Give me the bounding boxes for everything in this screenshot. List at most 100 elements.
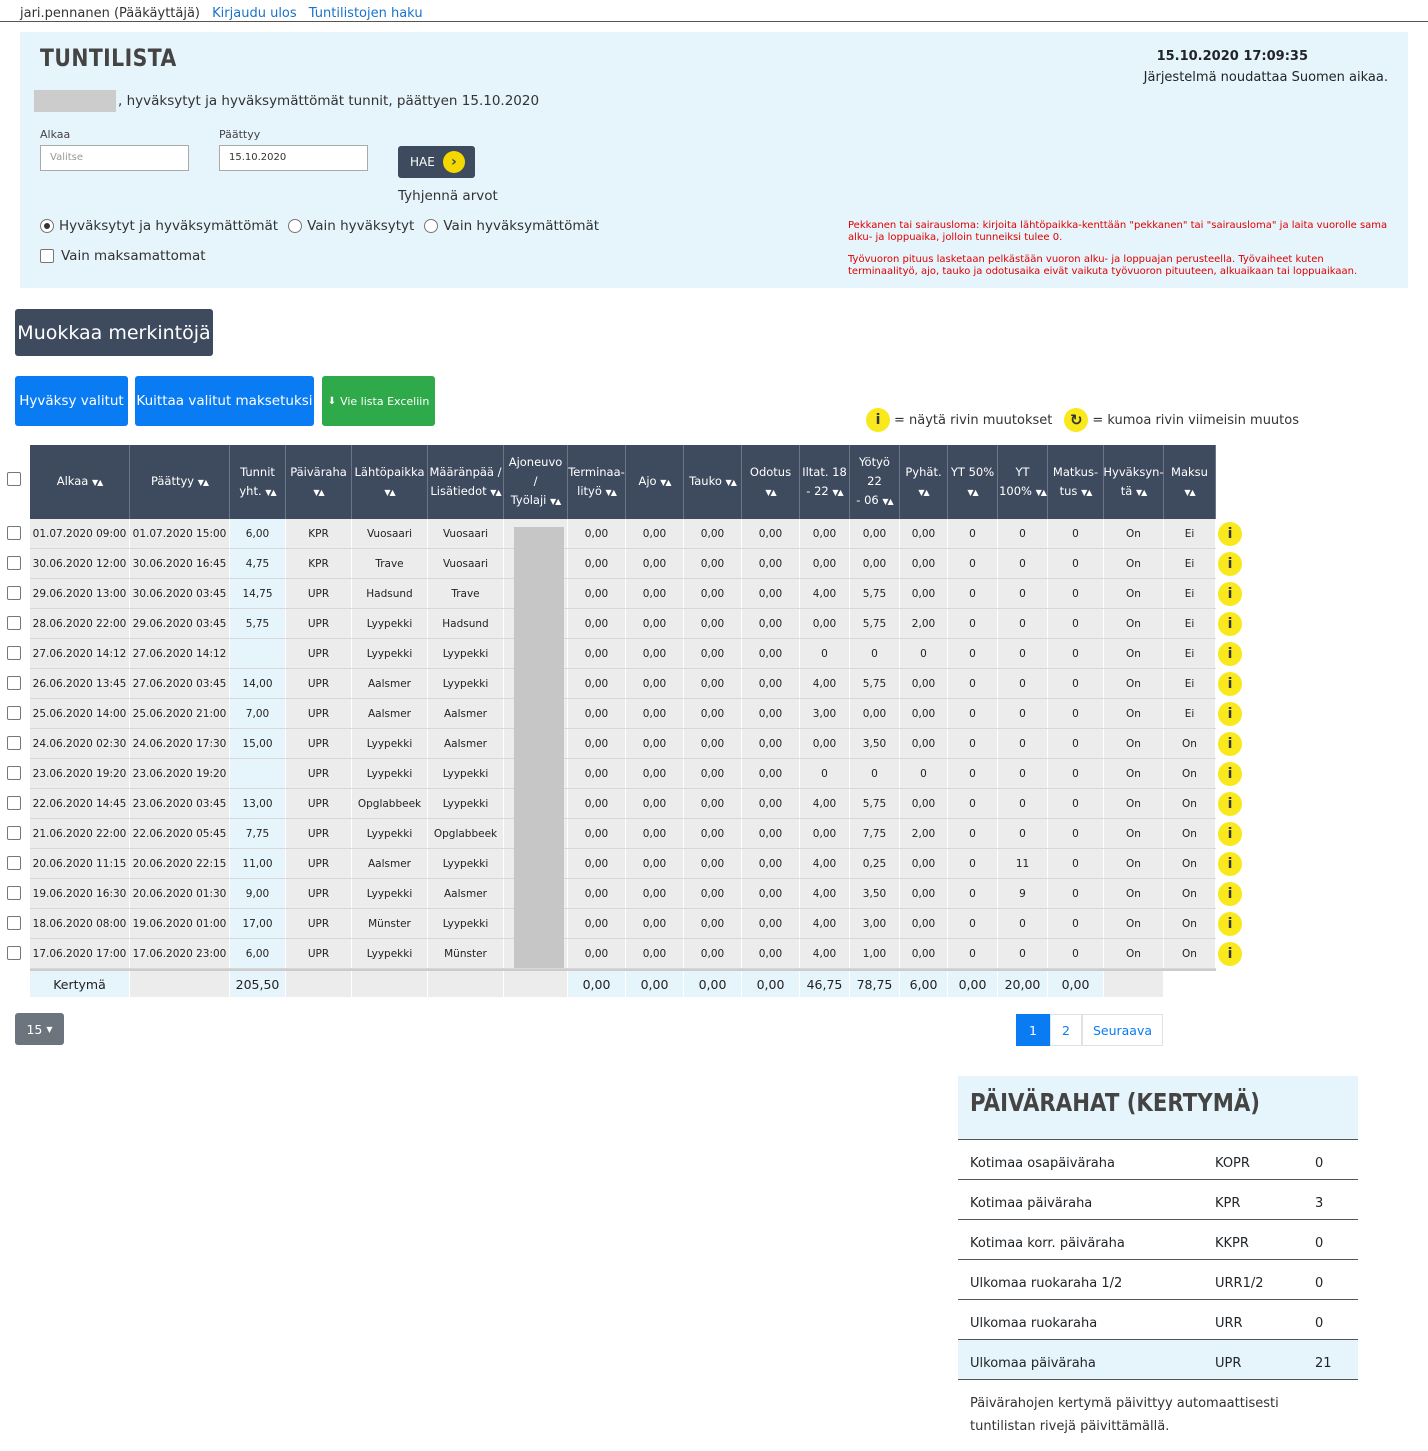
row-checkbox[interactable] [7,526,21,540]
row-checkbox[interactable] [7,556,21,570]
logout-link[interactable]: Kirjaudu ulos [212,6,297,21]
cell-terminal: 0,00 [568,579,626,608]
radio-approved-dot[interactable] [288,219,303,233]
column-header-vehicle[interactable]: Ajoneuvo / Työlaji ▼▲ [504,445,568,519]
row-checkbox[interactable] [7,946,21,960]
column-header-per-diem[interactable]: Päiväraha ▼▲ [286,445,352,519]
page-size-select[interactable]: 15 ▼ [15,1013,64,1045]
row-info-icon[interactable]: i [1218,822,1242,846]
column-header-departure[interactable]: Lähtöpaikka ▼▲ [352,445,428,519]
column-header-payment[interactable]: Maksu ▼▲ [1164,445,1216,519]
column-header-evening[interactable]: Iltat. 18 - 22 ▼▲ [800,445,850,519]
radio-unapproved-dot[interactable] [424,219,439,233]
edit-entries-button[interactable]: Muokkaa merkintöjä [15,309,213,356]
mark-paid-button[interactable]: Kuittaa valitut maksetuksi [135,376,314,426]
row-checkbox[interactable] [7,826,21,840]
unpaid-checkbox[interactable] [40,249,54,263]
table-row[interactable]: 28.06.2020 22:00 29.06.2020 03:45 5,75 UPR L… [30,609,1216,639]
row-info-icon[interactable]: i [1218,852,1242,876]
row-checkbox[interactable] [7,916,21,930]
table-row[interactable]: 17.06.2020 17:00 17.06.2020 23:00 6,00 UPR L… [30,939,1216,969]
end-date-input[interactable]: 15.10.2020 [219,145,368,171]
column-header-end[interactable]: Päättyy ▼▲ [130,445,230,519]
row-checkbox[interactable] [7,586,21,600]
column-header-drive[interactable]: Ajo ▼▲ [626,445,684,519]
row-info-icon[interactable]: i [1218,762,1242,786]
row-checkbox[interactable] [7,646,21,660]
column-header-approved[interactable]: Hyväksyn-tä ▼▲ [1103,445,1164,519]
table-row[interactable]: 30.06.2020 12:00 30.06.2020 16:45 4,75 KPR T… [30,549,1216,579]
cell-holiday: 0,00 [900,519,948,548]
table-row[interactable]: 22.06.2020 14:45 23.06.2020 03:45 13,00 UPR… [30,789,1216,819]
cell-end: 19.06.2020 01:00 [130,909,230,938]
table-row[interactable]: 24.06.2020 02:30 24.06.2020 17:30 15,00 UPR… [30,729,1216,759]
table-row[interactable]: 25.06.2020 14:00 25.06.2020 21:00 7,00 UPR A… [30,699,1216,729]
select-all-checkbox[interactable] [7,472,21,486]
table-row[interactable]: 01.07.2020 09:00 01.07.2020 15:00 6,00 KPR V… [30,519,1216,549]
row-info-icon[interactable]: i [1218,732,1242,756]
column-header-terminal[interactable]: Terminaa-lityö ▼▲ [568,445,626,519]
page-1-button[interactable]: 1 [1016,1014,1050,1046]
cell-payment: Ei [1164,549,1216,578]
column-header-hours[interactable]: Tunnit yht. ▼▲ [230,445,286,519]
row-info-icon[interactable]: i [1218,912,1242,936]
row-info-icon[interactable]: i [1218,612,1242,636]
table-row[interactable]: 19.06.2020 16:30 20.06.2020 01:30 9,00 UPR L… [30,879,1216,909]
radio-all-dot[interactable] [40,219,54,233]
row-info-icon[interactable]: i [1218,582,1242,606]
row-checkbox[interactable] [7,706,21,720]
radio-unapproved[interactable]: Vain hyväksymättömät [424,218,599,234]
row-checkbox[interactable] [7,856,21,870]
footer-total-end [130,971,230,997]
row-info-icon[interactable]: i [1218,942,1242,966]
column-header-ot100[interactable]: YT 100% ▼▲ [998,445,1048,519]
column-header-label: Ajo ▼▲ [638,474,671,488]
cell-terminal: 0,00 [568,879,626,908]
row-info-icon[interactable]: i [1218,792,1242,816]
next-page-button[interactable]: Seuraava [1082,1014,1163,1046]
timesheet-search-link[interactable]: Tuntilistojen haku [309,6,423,21]
export-excel-button[interactable]: ⬇ Vie lista Exceliin [322,376,435,426]
row-checkbox[interactable] [7,766,21,780]
table-row[interactable]: 27.06.2020 14:12 27.06.2020 14:12 UPR Lyype… [30,639,1216,669]
row-checkbox[interactable] [7,676,21,690]
cell-payment: On [1164,939,1216,968]
column-header-night[interactable]: Yötyö 22 - 06 ▼▲ [850,445,900,519]
table-row[interactable]: 18.06.2020 08:00 19.06.2020 01:00 17,00 UPR… [30,909,1216,939]
column-header-holiday[interactable]: Pyhät. ▼▲ [900,445,948,519]
page-2-button[interactable]: 2 [1050,1014,1082,1046]
table-row[interactable]: 20.06.2020 11:15 20.06.2020 22:15 11,00 UPR… [30,849,1216,879]
row-info-icon[interactable]: i [1218,882,1242,906]
column-header-break[interactable]: Tauko ▼▲ [684,445,742,519]
column-header-travel[interactable]: Matkus-tus ▼▲ [1048,445,1104,519]
row-info-icon[interactable]: i [1218,642,1242,666]
column-header-destination[interactable]: Määränpää / Lisätiedot ▼▲ [428,445,504,519]
row-info-icon[interactable]: i [1218,672,1242,696]
row-checkbox[interactable] [7,796,21,810]
row-info-icon[interactable]: i [1218,702,1242,726]
radio-all[interactable]: Hyväksytyt ja hyväksymättömät [40,218,278,234]
cell-drive: 0,00 [626,699,684,728]
start-date-input[interactable]: Valitse [40,145,189,171]
column-header-label: - 22 ▼▲ [806,483,843,498]
column-header-start[interactable]: Alkaa ▼▲ [30,445,130,519]
column-header-ot50[interactable]: YT 50% ▼▲ [948,445,998,519]
search-button[interactable]: HAE › [398,146,475,178]
table-row[interactable]: 23.06.2020 19:20 23.06.2020 19:20 UPR Lyype… [30,759,1216,789]
table-row[interactable]: 29.06.2020 13:00 30.06.2020 03:45 14,75 UPR… [30,579,1216,609]
cell-departure: Lyypekki [352,819,428,848]
row-checkbox[interactable] [7,736,21,750]
row-info-icon[interactable]: i [1218,552,1242,576]
cell-night: 5,75 [850,579,900,608]
table-row[interactable]: 26.06.2020 13:45 27.06.2020 03:45 14,00 UPR… [30,669,1216,699]
approve-selected-button[interactable]: Hyväksy valitut [15,376,128,426]
cell-start: 21.06.2020 22:00 [30,819,130,848]
column-header-wait[interactable]: Odotus ▼▲ [742,445,800,519]
unpaid-only[interactable]: Vain maksamattomat [40,248,206,264]
row-info-icon[interactable]: i [1218,522,1242,546]
radio-approved[interactable]: Vain hyväksytyt [288,218,414,234]
table-row[interactable]: 21.06.2020 22:00 22.06.2020 05:45 7,75 UPR L… [30,819,1216,849]
clear-values-link[interactable]: Tyhjennä arvot [398,188,498,204]
row-checkbox[interactable] [7,886,21,900]
row-checkbox[interactable] [7,616,21,630]
